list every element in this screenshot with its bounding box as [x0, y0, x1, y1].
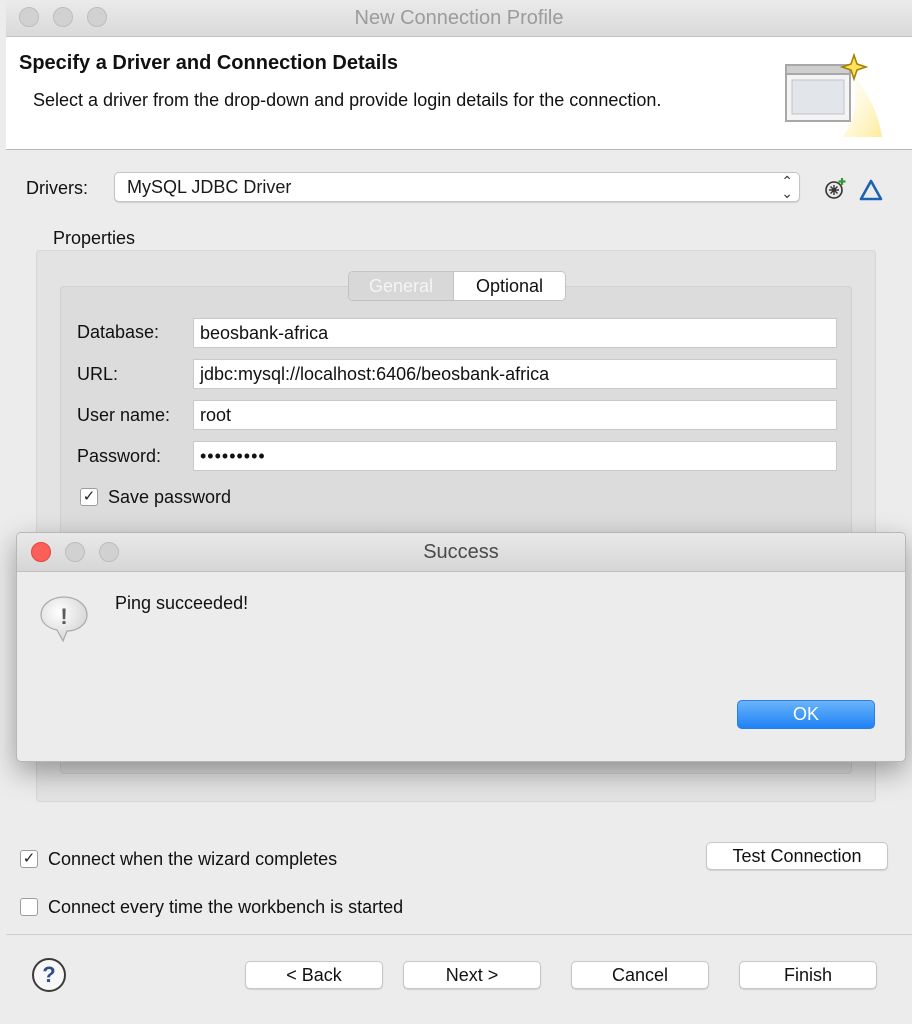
footer-divider [6, 934, 912, 935]
back-button[interactable]: < Back [245, 961, 383, 989]
cancel-button[interactable]: Cancel [571, 961, 709, 989]
wizard-page-description: Select a driver from the drop-down and p… [33, 90, 662, 110]
url-label: URL: [77, 364, 119, 384]
success-dialog: Success ! Ping succeeded! OK [16, 532, 906, 762]
tab-optional[interactable]: Optional [454, 272, 565, 300]
drivers-selected-value: MySQL JDBC Driver [127, 177, 292, 197]
connect-when-complete-checkbox[interactable]: ✓ [20, 850, 38, 868]
test-connection-button[interactable]: Test Connection [706, 842, 888, 870]
connect-every-time-label: Connect every time the workbench is star… [48, 897, 404, 917]
info-icon-glyph: ! [60, 604, 67, 629]
dialog-titlebar: Success [17, 533, 905, 572]
tab-general[interactable]: General [349, 272, 454, 300]
drivers-dropdown[interactable]: MySQL JDBC Driver ⌃ ⌄ [114, 172, 800, 202]
dialog-message: Ping succeeded! [115, 593, 249, 613]
save-password-label: Save password [108, 487, 232, 507]
next-button[interactable]: Next > [403, 961, 541, 989]
save-password-checkbox[interactable]: ✓ [80, 488, 98, 506]
wizard-header: Specify a Driver and Connection Details … [6, 37, 912, 150]
new-driver-definition-icon[interactable] [822, 176, 848, 202]
drivers-label: Drivers: [26, 178, 88, 198]
window-titlebar: New Connection Profile [6, 0, 912, 37]
url-field[interactable]: jdbc:mysql://localhost:6406/beosbank-afr… [193, 359, 837, 389]
dialog-title: Success [423, 541, 499, 563]
window-title: New Connection Profile [354, 7, 564, 29]
properties-tabs: General Optional [348, 271, 566, 301]
database-field[interactable]: beosbank-africa [193, 318, 837, 348]
username-label: User name: [77, 405, 171, 425]
username-field[interactable]: root [193, 400, 837, 430]
info-speech-bubble-icon: ! [40, 596, 88, 643]
new-connection-profile-window: New Connection Profile Specify a Driver … [6, 0, 912, 1024]
ok-button[interactable]: OK [737, 700, 875, 729]
connect-every-time-checkbox[interactable] [20, 898, 38, 916]
connect-when-complete-label: Connect when the wizard completes [48, 849, 338, 869]
help-icon[interactable]: ? [32, 958, 66, 992]
edit-driver-definition-icon[interactable] [858, 178, 884, 202]
properties-group-label: Properties [53, 228, 136, 248]
wizard-page-title: Specify a Driver and Connection Details [19, 52, 398, 74]
dropdown-updown-icon: ⌃ ⌄ [781, 173, 793, 201]
password-field[interactable]: ••••••••• [193, 441, 837, 471]
password-label: Password: [77, 446, 162, 466]
new-connection-wizard-icon [785, 53, 882, 137]
database-label: Database: [77, 322, 160, 342]
finish-button[interactable]: Finish [739, 961, 877, 989]
